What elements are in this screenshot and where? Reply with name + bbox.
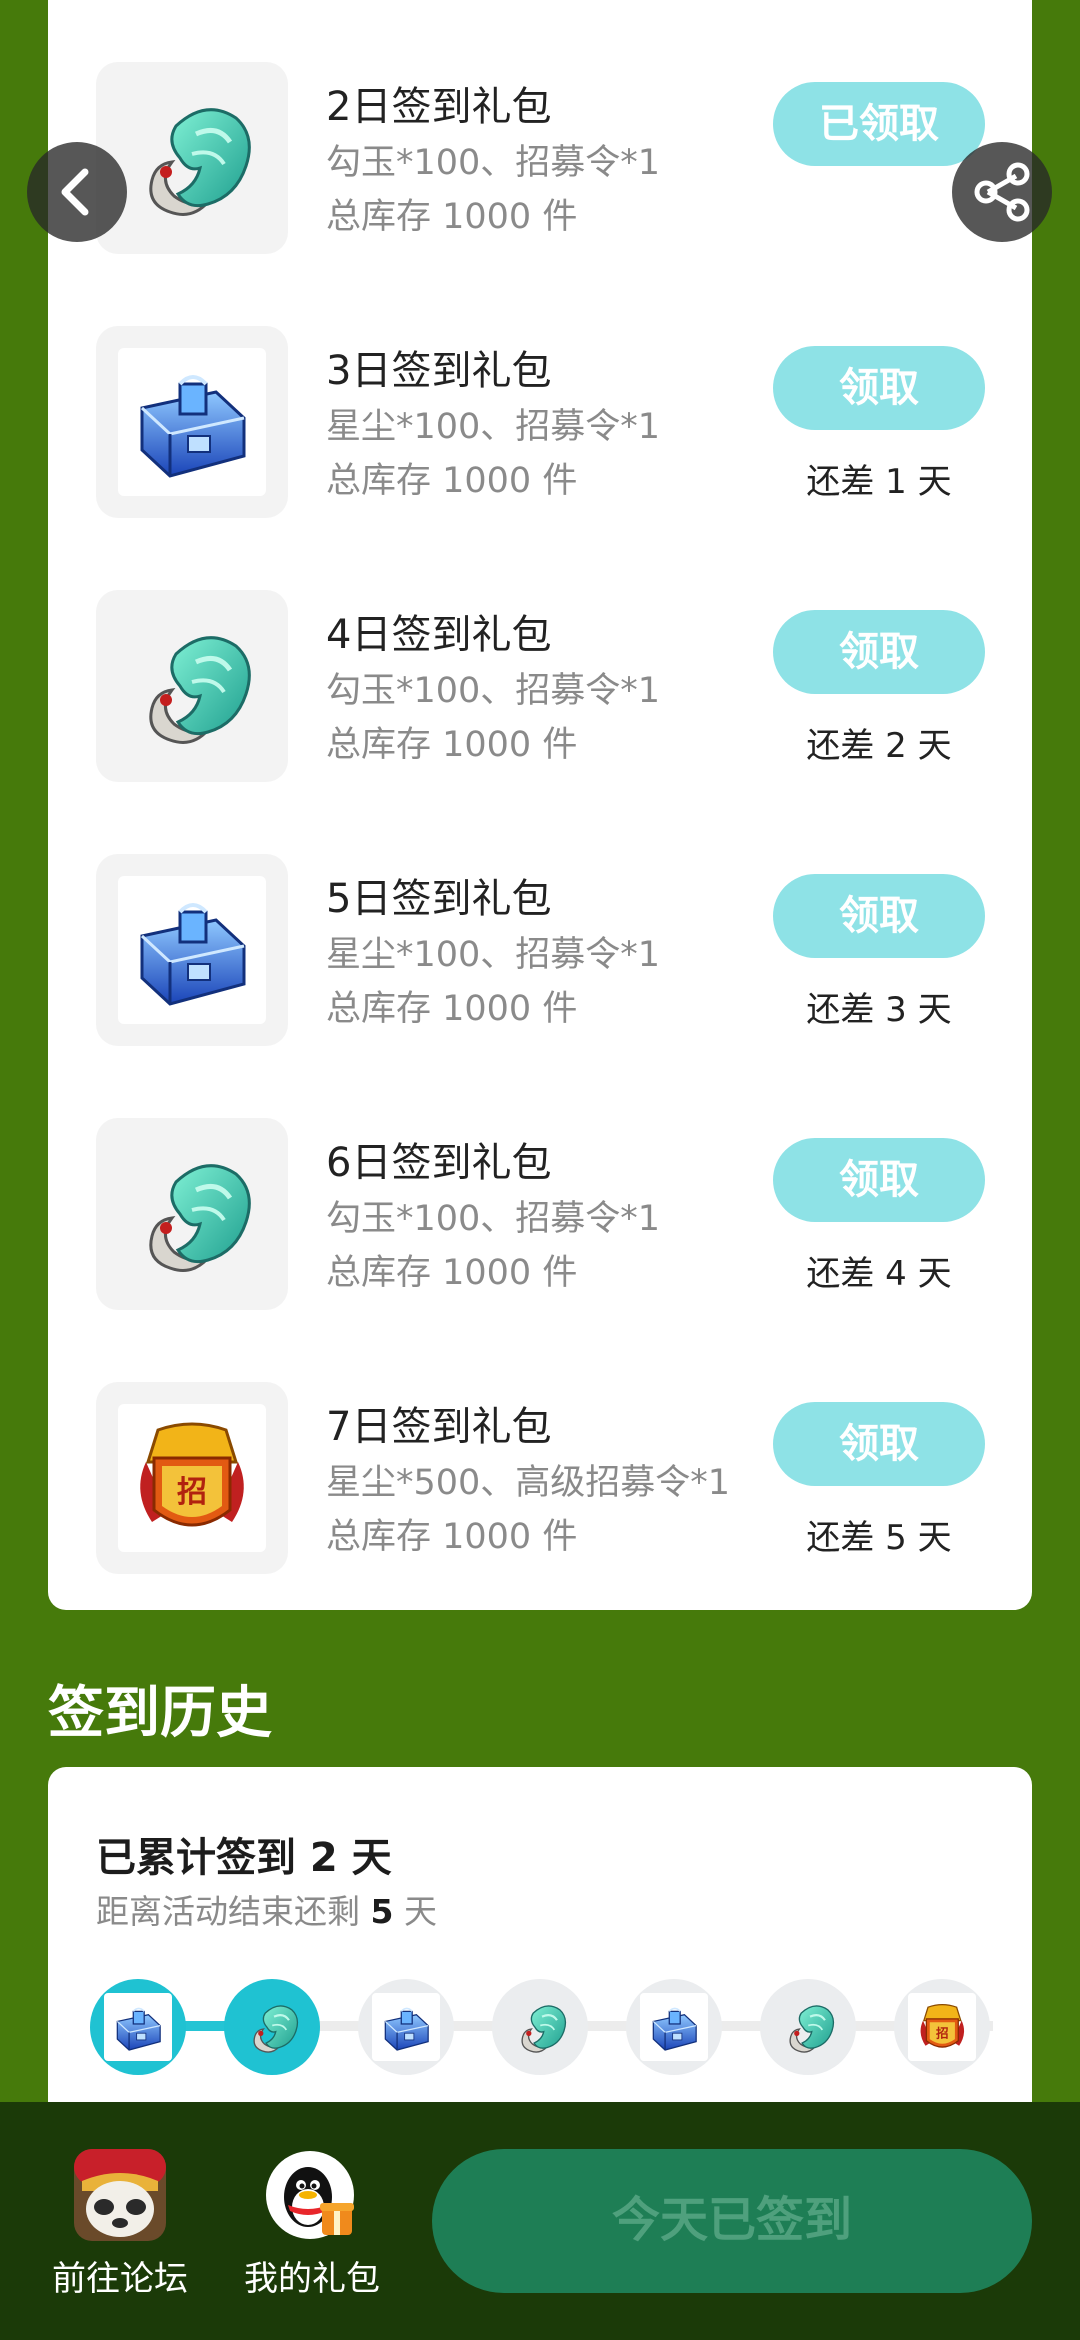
days-remaining: 还差 2 天 xyxy=(806,726,952,766)
gift-content: 星尘*500、高级招募令*1 xyxy=(326,1463,731,1503)
gift-row: 5日签到礼包 星尘*100、招募令*1 总库存 1000 件 领取 还差 3 天 xyxy=(48,854,1032,1054)
gift-content: 勾玉*100、招募令*1 xyxy=(326,1199,661,1239)
jade-icon xyxy=(96,1118,288,1310)
gift-stock: 总库存 1000 件 xyxy=(326,1253,578,1293)
gift-content: 星尘*100、招募令*1 xyxy=(326,935,661,975)
days-remaining: 还差 5 天 xyxy=(806,1518,952,1558)
forum-label: 前往论坛 xyxy=(52,2259,188,2299)
gift-row: 7日签到礼包 星尘*500、高级招募令*1 总库存 1000 件 领取 还差 5… xyxy=(48,1382,1032,1582)
back-button[interactable] xyxy=(27,142,127,242)
gift-stock: 总库存 1000 件 xyxy=(326,1517,578,1557)
countdown-days: 5 xyxy=(370,1892,394,1931)
gift-content: 星尘*100、招募令*1 xyxy=(326,407,661,447)
qq-penguin-icon xyxy=(264,2147,360,2243)
days-remaining: 还差 1 天 xyxy=(806,462,952,502)
gift-content: 勾玉*100、招募令*1 xyxy=(326,671,661,711)
gift-title: 5日签到礼包 xyxy=(326,876,552,922)
days-remaining: 还差 3 天 xyxy=(806,990,952,1030)
share-icon xyxy=(974,162,1030,222)
jade-icon xyxy=(96,590,288,782)
gift-title: 2日签到礼包 xyxy=(326,84,552,130)
history-card: 已累计签到 2 天 距离活动结束还剩 5 天 xyxy=(48,1767,1032,2127)
my-gifts-link[interactable]: 我的礼包 xyxy=(232,2147,392,2327)
day-dot xyxy=(760,1979,856,2075)
gift-stock: 总库存 1000 件 xyxy=(326,197,578,237)
my-gifts-label: 我的礼包 xyxy=(244,2259,380,2299)
day-dot xyxy=(358,1979,454,2075)
claim-button[interactable]: 领取 xyxy=(773,1138,985,1222)
gift-list-card: 2日签到礼包 勾玉*100、招募令*1 总库存 1000 件 已领取 3日签到礼… xyxy=(48,0,1032,1610)
gift-stock: 总库存 1000 件 xyxy=(326,989,578,1029)
gift-row: 4日签到礼包 勾玉*100、招募令*1 总库存 1000 件 领取 还差 2 天 xyxy=(48,590,1032,790)
gift-title: 4日签到礼包 xyxy=(326,612,552,658)
days-remaining: 还差 4 天 xyxy=(806,1254,952,1294)
share-button[interactable] xyxy=(952,142,1052,242)
gift-title: 6日签到礼包 xyxy=(326,1140,552,1186)
gift-stock: 总库存 1000 件 xyxy=(326,461,578,501)
day-dot xyxy=(626,1979,722,2075)
forum-link[interactable]: 前往论坛 xyxy=(40,2147,200,2327)
claim-button[interactable]: 领取 xyxy=(773,610,985,694)
gift-row: 6日签到礼包 勾玉*100、招募令*1 总库存 1000 件 领取 还差 4 天 xyxy=(48,1118,1032,1318)
checkin-summary: 已累计签到 2 天 xyxy=(96,1835,392,1881)
signed-in-button[interactable]: 今天已签到 xyxy=(432,2149,1032,2293)
claim-button[interactable]: 领取 xyxy=(773,1402,985,1486)
chest-icon xyxy=(96,326,288,518)
gift-title: 7日签到礼包 xyxy=(326,1404,552,1450)
claim-button[interactable]: 领取 xyxy=(773,346,985,430)
day-dot xyxy=(492,1979,588,2075)
gift-stock: 总库存 1000 件 xyxy=(326,725,578,765)
day-dot xyxy=(224,1979,320,2075)
day-dot xyxy=(90,1979,186,2075)
bottom-bar: 前往论坛 我的礼包 今天已签到 xyxy=(0,2102,1080,2340)
gift-row: 3日签到礼包 星尘*100、招募令*1 总库存 1000 件 领取 还差 1 天 xyxy=(48,326,1032,526)
history-title: 签到历史 xyxy=(48,1681,272,1746)
recruit-token-icon xyxy=(96,1382,288,1574)
game-avatar-icon xyxy=(72,2147,168,2243)
chest-icon xyxy=(96,854,288,1046)
gift-title: 3日签到礼包 xyxy=(326,348,552,394)
chevron-left-icon xyxy=(61,168,89,216)
gift-row: 2日签到礼包 勾玉*100、招募令*1 总库存 1000 件 已领取 xyxy=(48,62,1032,262)
claim-button[interactable]: 领取 xyxy=(773,874,985,958)
countdown-text: 距离活动结束还剩 5 天 xyxy=(96,1892,437,1931)
gift-content: 勾玉*100、招募令*1 xyxy=(326,143,661,183)
day-dot xyxy=(894,1979,990,2075)
